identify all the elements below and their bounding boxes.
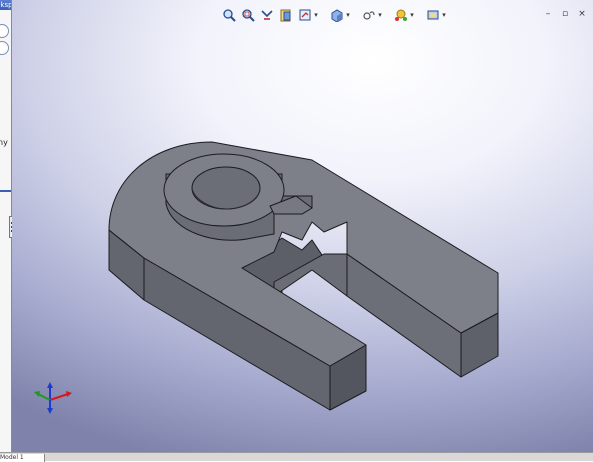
- view-settings-icon[interactable]: [425, 7, 441, 23]
- minimize-icon[interactable]: –: [543, 9, 553, 19]
- chevron-down-icon[interactable]: ▾: [377, 11, 383, 19]
- zoom-to-area-icon[interactable]: [240, 7, 256, 23]
- zoom-to-fit-icon[interactable]: [221, 7, 237, 23]
- panel-header: Eksport Wymiarów: [0, 0, 11, 10]
- panel-title: Eksport Wymiarów: [0, 1, 11, 9]
- window-controls: – ▫ ×: [543, 9, 587, 19]
- restore-icon[interactable]: ▫: [560, 9, 570, 19]
- chevron-down-icon[interactable]: ▾: [409, 11, 415, 19]
- display-style-icon[interactable]: [329, 7, 345, 23]
- status-bar: Model 1: [0, 452, 593, 462]
- chevron-down-icon[interactable]: ▾: [345, 11, 351, 19]
- reference-triad-icon: [34, 382, 72, 414]
- graphics-viewport[interactable]: ▾ ▾ ▾ ▾ ▾ – ▫ ×: [12, 0, 593, 452]
- chevron-down-icon[interactable]: ▾: [313, 11, 319, 19]
- panel-option-icon[interactable]: [0, 24, 9, 38]
- previous-view-icon[interactable]: [259, 7, 275, 23]
- section-view-icon[interactable]: [278, 7, 294, 23]
- view-orientation-icon[interactable]: [297, 7, 313, 23]
- panel-text-fragment: ny: [0, 138, 8, 147]
- 3d-part-model[interactable]: [12, 0, 593, 452]
- chevron-down-icon[interactable]: ▾: [441, 11, 447, 19]
- heads-up-view-toolbar: ▾ ▾ ▾ ▾ ▾: [221, 7, 447, 23]
- hide-show-items-icon[interactable]: [361, 7, 377, 23]
- edit-appearance-icon[interactable]: [393, 7, 409, 23]
- panel-option-icon-2[interactable]: [0, 41, 9, 55]
- close-icon[interactable]: ×: [577, 9, 587, 19]
- panel-separator: [0, 190, 11, 192]
